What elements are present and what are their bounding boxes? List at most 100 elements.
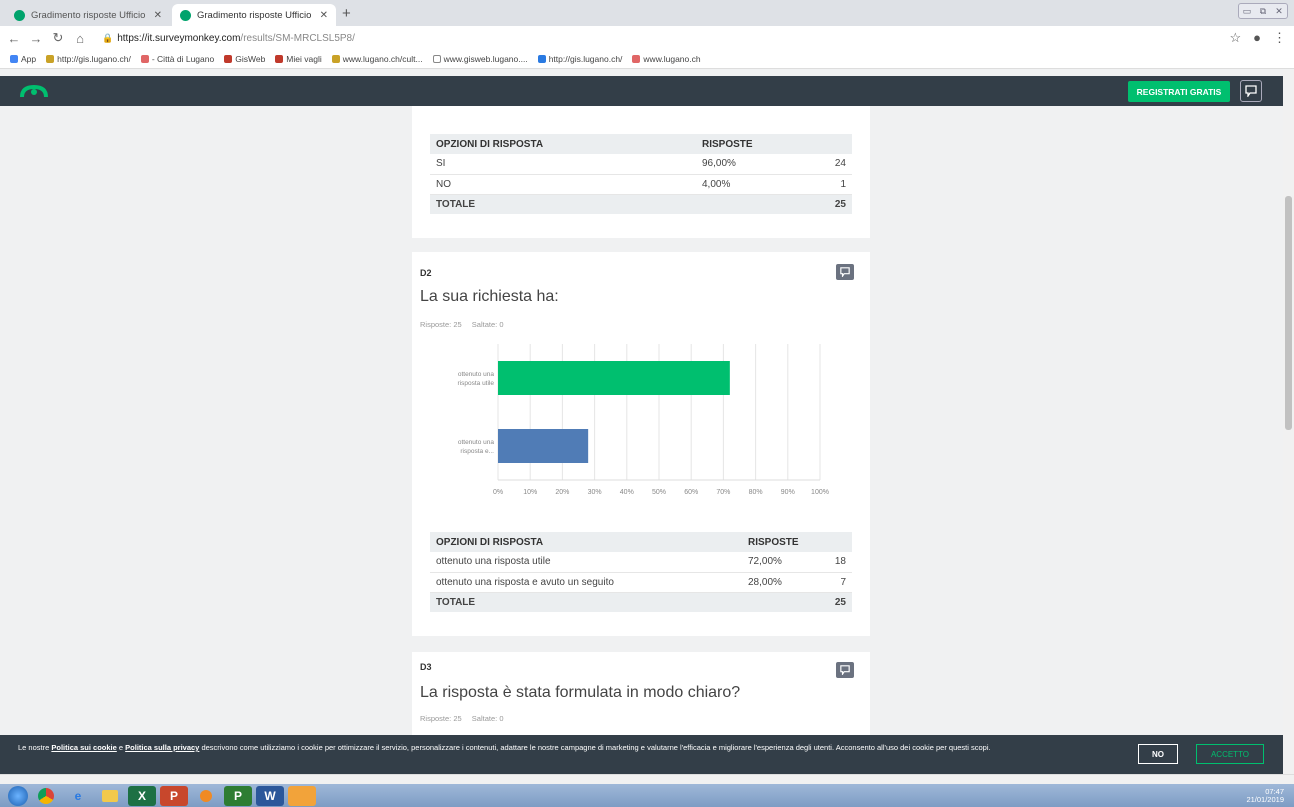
bookmark-item[interactable]: Miei vagli: [275, 54, 322, 64]
x-tick-label: 100%: [811, 489, 829, 496]
close-tab-icon[interactable]: ✕: [320, 10, 328, 21]
bookmark-item[interactable]: http://gis.lugano.ch/: [46, 54, 131, 64]
forward-icon[interactable]: →: [28, 31, 44, 46]
cookie-accept-button[interactable]: ACCETTO: [1196, 744, 1264, 764]
restore-icon[interactable]: ⧉: [1255, 4, 1271, 18]
question-stats: Risposte: 25 Saltate: 0: [420, 320, 512, 329]
app-header: REGISTRATI GRATIS: [0, 76, 1283, 106]
minimize-icon[interactable]: ▭: [1239, 4, 1255, 18]
speech-bubble-icon: [1245, 85, 1257, 97]
surveymonkey-favicon-icon: [180, 9, 191, 21]
register-free-button[interactable]: REGISTRATI GRATIS: [1128, 81, 1230, 102]
speech-bubble-icon: [840, 665, 850, 675]
bookmark-icon: [537, 55, 546, 63]
project-icon[interactable]: P: [224, 785, 252, 806]
table-total-row: TOTALE 25: [430, 592, 852, 612]
scrollbar-thumb[interactable]: [1285, 196, 1292, 430]
chrome-icon[interactable]: [32, 786, 60, 806]
percent-cell: 4,00%: [696, 174, 806, 195]
back-icon[interactable]: ←: [6, 31, 22, 46]
bookmark-item[interactable]: www.lugano.ch/cult...: [331, 54, 423, 64]
horizontal-scrollbar[interactable]: [0, 774, 1294, 784]
browser-tab-2[interactable]: Gradimento risposte Ufficio qua ✕: [172, 4, 336, 26]
comment-button[interactable]: [836, 264, 854, 280]
column-header-option: OPZIONI DI RISPOSTA: [430, 532, 742, 552]
percent-cell: 28,00%: [742, 572, 816, 593]
excel-icon[interactable]: X: [128, 785, 156, 806]
x-tick-label: 90%: [781, 489, 795, 496]
powerpoint-icon[interactable]: P: [160, 785, 188, 806]
table-total-row: TOTALE 25: [430, 194, 852, 214]
bookmark-item[interactable]: www.gisweb.lugano....: [432, 54, 528, 64]
count-cell: 24: [806, 154, 852, 175]
profile-icon[interactable]: ●: [1253, 30, 1261, 46]
table-row: SI 96,00% 24: [430, 154, 852, 175]
lock-icon: 🔒: [102, 32, 114, 43]
column-header-responses: RISPOSTE: [696, 134, 852, 154]
table-header-row: OPZIONI DI RISPOSTA RISPOSTE: [430, 532, 852, 552]
cookie-text-mid: e: [116, 743, 126, 752]
reload-icon[interactable]: ↻: [50, 30, 66, 46]
media-icon[interactable]: [192, 786, 220, 806]
skipped-count: Saltate: 0: [471, 714, 504, 723]
bookmark-item[interactable]: GisWeb: [224, 54, 265, 64]
address-bar[interactable]: 🔒 https://it.surveymonkey.com/results/SM…: [102, 33, 355, 44]
question-card-d2: D2 La sua richiesta ha: Risposte: 25 Sal…: [412, 252, 870, 636]
app-icon[interactable]: [288, 785, 316, 806]
cookie-policy-link[interactable]: Politica sui cookie: [51, 743, 116, 752]
option-cell: ottenuto una risposta utile: [430, 552, 742, 573]
x-tick-label: 30%: [588, 489, 602, 496]
menu-icon[interactable]: ⋮: [1273, 30, 1286, 46]
surveymonkey-logo-icon[interactable]: [20, 83, 48, 99]
x-tick-label: 10%: [523, 489, 537, 496]
browser-tab-1[interactable]: Gradimento risposte Ufficio qua ✕: [6, 4, 170, 26]
bookmark-icon: [46, 55, 55, 63]
word-icon[interactable]: W: [256, 785, 284, 806]
count-cell: 7: [816, 572, 852, 593]
bookmark-star-icon[interactable]: ☆: [1229, 30, 1241, 46]
feedback-button[interactable]: [1240, 80, 1262, 102]
x-tick-label: 50%: [652, 489, 666, 496]
browser-toolbar: ← → ↻ ⌂ 🔒 https://it.surveymonkey.com/re…: [0, 26, 1294, 50]
bookmark-apps[interactable]: App: [10, 54, 36, 64]
cookie-decline-button[interactable]: NO: [1138, 744, 1178, 764]
count-cell: 18: [816, 552, 852, 573]
table-row: ottenuto una risposta e avuto un seguito…: [430, 572, 852, 593]
question-card-d1: OPZIONI DI RISPOSTA RISPOSTE SI 96,00% 2…: [412, 106, 870, 238]
tab-title: Gradimento risposte Ufficio qua: [197, 9, 314, 21]
column-header-option: OPZIONI DI RISPOSTA: [430, 134, 696, 154]
tab-title: Gradimento risposte Ufficio qua: [31, 9, 148, 21]
cookie-text-prefix: Le nostre: [18, 743, 52, 752]
page-icon: [432, 55, 441, 63]
x-tick-label: 0%: [493, 489, 503, 496]
system-tray-clock[interactable]: 07:47 21/01/2019: [1246, 788, 1284, 804]
option-cell: ottenuto una risposta e avuto un seguito: [430, 572, 742, 593]
file-explorer-icon[interactable]: [96, 786, 124, 806]
start-button-icon[interactable]: [8, 785, 28, 806]
url-path: /results/SM-MRCLSL5P8/: [240, 32, 355, 44]
y-category-label: ottenuto una: [458, 371, 495, 378]
new-tab-button[interactable]: +: [342, 5, 351, 22]
y-category-label: risposta e...: [460, 448, 494, 455]
total-label: TOTALE: [430, 592, 816, 612]
bookmark-icon: [140, 55, 149, 63]
bookmark-item[interactable]: www.lugano.ch: [632, 54, 701, 64]
home-icon[interactable]: ⌂: [72, 31, 88, 46]
surveymonkey-favicon-icon: [14, 9, 25, 21]
x-tick-label: 70%: [716, 489, 730, 496]
windows-taskbar: e X P P W 07:47 21/01/2019: [0, 784, 1294, 807]
option-cell: NO: [430, 174, 696, 195]
bookmark-item[interactable]: - Città di Lugano: [140, 54, 214, 64]
window-controls: ▭ ⧉ ✕: [1238, 3, 1288, 19]
option-cell: SI: [430, 154, 696, 175]
bookmarks-bar: App http://gis.lugano.ch/ - Città di Lug…: [0, 50, 1294, 69]
apps-grid-icon: [10, 55, 18, 63]
close-window-icon[interactable]: ✕: [1271, 4, 1287, 18]
bookmark-icon: [632, 55, 641, 63]
privacy-policy-link[interactable]: Politica sulla privacy: [125, 743, 199, 752]
comment-button[interactable]: [836, 662, 854, 678]
bookmark-item[interactable]: http://gis.lugano.ch/: [537, 54, 622, 64]
close-tab-icon[interactable]: ✕: [154, 10, 162, 21]
internet-explorer-icon[interactable]: e: [64, 786, 92, 806]
bookmark-icon: [275, 55, 284, 63]
